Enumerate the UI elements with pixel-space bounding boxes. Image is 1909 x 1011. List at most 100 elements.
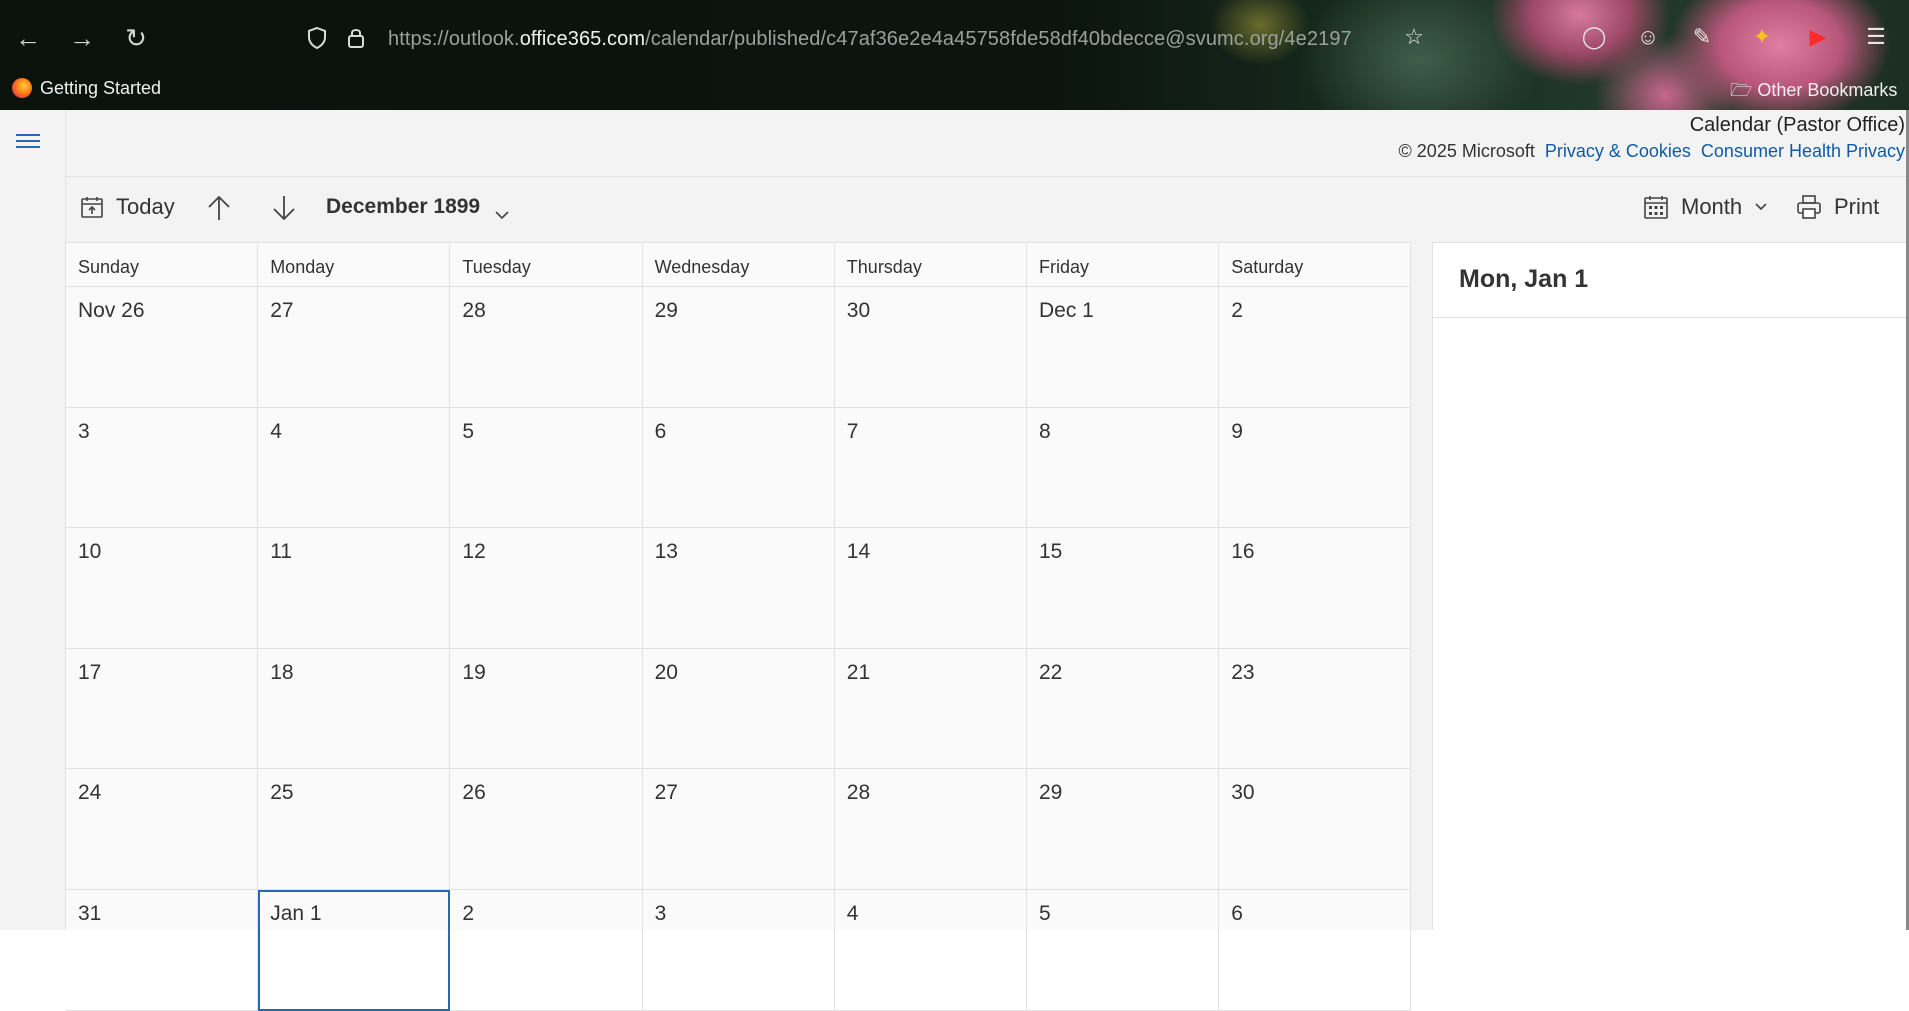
day-cell[interactable]: 13: [642, 528, 835, 649]
star-bookmark-icon[interactable]: ☆: [1397, 20, 1431, 54]
day-cell[interactable]: 16: [1219, 528, 1412, 649]
day-cell[interactable]: 8: [1027, 407, 1220, 529]
day-cell[interactable]: 6: [1219, 890, 1412, 1011]
day-cell[interactable]: 22: [1027, 648, 1220, 770]
day-number: 22: [1039, 660, 1063, 684]
view-switcher[interactable]: Month: [1643, 194, 1780, 220]
day-number: 13: [654, 540, 678, 564]
day-cell[interactable]: 15: [1027, 528, 1220, 649]
day-cell[interactable]: 27: [642, 769, 835, 890]
address-bar[interactable]: https://outlook.office365.com/calendar/p…: [300, 20, 1400, 58]
day-cell[interactable]: 30: [1219, 769, 1412, 890]
day-cell[interactable]: 25: [258, 769, 451, 890]
bookmark-other[interactable]: 🗁︎ Other Bookmarks: [1730, 78, 1897, 108]
day-number: 14: [846, 540, 871, 564]
day-cell[interactable]: 27: [258, 287, 451, 408]
day-cell[interactable]: 12: [450, 528, 643, 649]
browser-toolbar: ← → ↻ https://outlook.office365.com/cale…: [0, 0, 1909, 110]
day-cell[interactable]: 2: [450, 890, 643, 1011]
day-cell[interactable]: 21: [834, 648, 1027, 770]
reload-icon[interactable]: ↻: [120, 22, 152, 54]
arrow-up-icon: [208, 195, 230, 220]
day-cell[interactable]: 23: [1219, 648, 1412, 770]
day-cell[interactable]: 28: [834, 769, 1027, 890]
day-cell[interactable]: 3: [642, 890, 835, 1011]
day-number: Nov 26: [78, 299, 145, 322]
menu-icon[interactable]: ☰: [1859, 20, 1893, 54]
day-cell[interactable]: 14: [834, 528, 1027, 649]
day-number: 9: [1231, 419, 1243, 443]
next-button[interactable]: [271, 194, 309, 222]
day-cell[interactable]: Jan 1: [258, 890, 451, 1011]
day-cell[interactable]: 29: [1027, 769, 1220, 890]
extensions-icon[interactable]: ✎: [1685, 20, 1719, 54]
day-cell[interactable]: 19: [450, 648, 643, 770]
day-number: 24: [78, 781, 102, 805]
month-picker[interactable]: December 1899: [326, 194, 510, 220]
day-number: Jan 1: [270, 902, 322, 925]
privacy-cookies-link[interactable]: Privacy & Cookies: [1545, 141, 1691, 161]
command-bar: Today December 1899 Month Print: [66, 176, 1909, 242]
hamburger-menu-icon[interactable]: [16, 134, 40, 150]
day-number: 27: [654, 781, 678, 805]
day-cell[interactable]: 3: [66, 407, 259, 529]
copyright-text: © 2025 Microsoft: [1398, 141, 1535, 161]
day-cell[interactable]: 31: [66, 890, 259, 1011]
weekday-header: Monday: [258, 243, 451, 287]
youtube-extension-icon[interactable]: ▶: [1801, 20, 1835, 54]
weekday-header: Wednesday: [642, 243, 835, 287]
day-number: 5: [462, 419, 475, 443]
day-cell[interactable]: Dec 1: [1027, 287, 1220, 408]
url-text[interactable]: https://outlook.office365.com/calendar/p…: [388, 28, 1352, 51]
day-cell[interactable]: 4: [258, 407, 451, 529]
day-cell[interactable]: 5: [450, 407, 643, 529]
chevron-down-icon: [1755, 203, 1767, 211]
extension-bird-icon[interactable]: ✦: [1745, 20, 1779, 54]
day-cell[interactable]: 4: [834, 890, 1027, 1011]
account-icon[interactable]: ☺: [1631, 20, 1665, 54]
day-cell[interactable]: 20: [642, 648, 835, 770]
day-cell[interactable]: 30: [834, 287, 1027, 408]
day-cell[interactable]: 26: [450, 769, 643, 890]
bookmark-other-label: Other Bookmarks: [1757, 80, 1898, 100]
shield-icon[interactable]: [306, 26, 328, 50]
day-cell[interactable]: 5: [1027, 890, 1220, 1011]
forward-arrow-icon[interactable]: →: [66, 22, 98, 54]
day-cell[interactable]: 29: [642, 287, 835, 408]
day-number: 4: [846, 902, 859, 925]
previous-button[interactable]: [206, 194, 244, 222]
day-cell[interactable]: 17: [66, 648, 259, 770]
day-number: 6: [654, 419, 667, 443]
day-cell[interactable]: Nov 26: [66, 287, 259, 408]
day-cell[interactable]: 2: [1219, 287, 1412, 408]
day-number: 29: [654, 299, 678, 322]
day-number: 2: [462, 902, 475, 925]
lock-icon[interactable]: [346, 26, 366, 50]
day-detail-panel: Mon, Jan 1: [1432, 242, 1909, 930]
day-number: 10: [78, 540, 102, 564]
day-number: 27: [270, 299, 294, 322]
today-button[interactable]: Today: [80, 194, 175, 220]
day-number: 18: [270, 660, 294, 684]
day-number: 29: [1039, 781, 1063, 805]
day-cell[interactable]: 11: [258, 528, 451, 649]
day-cell[interactable]: 7: [834, 407, 1027, 529]
consumer-health-privacy-link[interactable]: Consumer Health Privacy: [1701, 141, 1905, 161]
day-cell[interactable]: 6: [642, 407, 835, 529]
day-cell[interactable]: 9: [1219, 407, 1412, 529]
day-cell[interactable]: 24: [66, 769, 259, 890]
day-cell[interactable]: 28: [450, 287, 643, 408]
back-arrow-icon[interactable]: ←: [12, 22, 44, 54]
calendar-today-icon: [81, 197, 103, 218]
firefox-icon: [12, 78, 32, 98]
panel-divider: [1433, 317, 1909, 318]
calendar-month-icon: [1644, 196, 1668, 219]
day-cell[interactable]: 10: [66, 528, 259, 649]
day-number: 8: [1039, 419, 1051, 443]
print-button[interactable]: Print: [1796, 194, 1879, 220]
print-label: Print: [1834, 194, 1880, 219]
day-cell[interactable]: 18: [258, 648, 451, 770]
pocket-icon[interactable]: ◯: [1577, 20, 1611, 54]
bookmark-getting-started[interactable]: Getting Started: [12, 78, 161, 99]
day-number: 3: [654, 902, 667, 925]
